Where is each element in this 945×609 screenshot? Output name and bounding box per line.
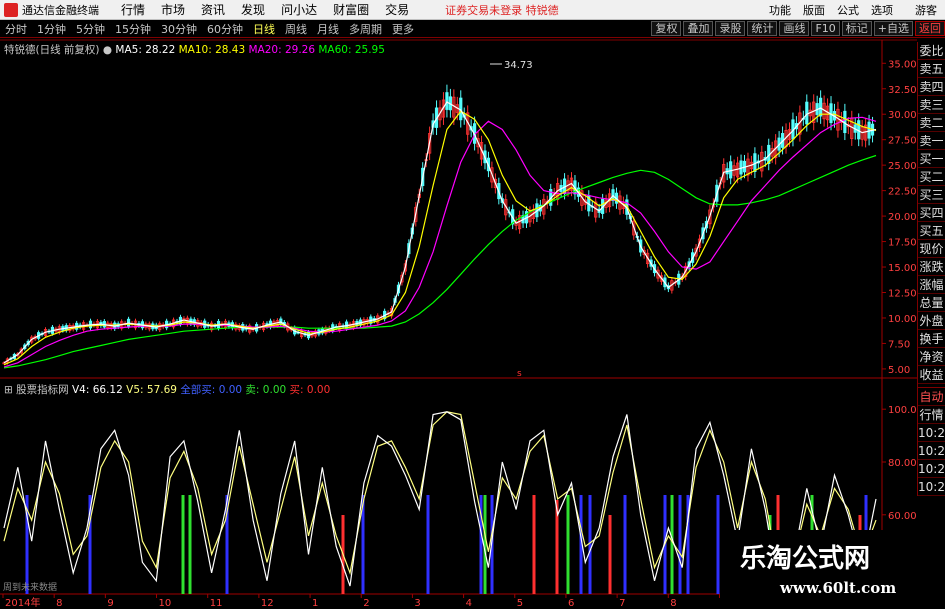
side-sell4[interactable]: 卖四 xyxy=(918,78,945,96)
time-tick-label: 12 xyxy=(261,598,274,609)
marker-s: s xyxy=(517,369,522,379)
side-change[interactable]: 涨跌 xyxy=(918,258,945,276)
side-sell3[interactable]: 卖三 xyxy=(918,96,945,114)
side-buy1[interactable]: 买一 xyxy=(918,150,945,168)
buy-value: 买: 0.00 xyxy=(289,384,331,396)
price-tick-label: 10.00 xyxy=(888,314,917,325)
price-tick-label: 35.00 xyxy=(888,59,917,70)
time-tick-label: 8 xyxy=(56,598,62,609)
signal-bar xyxy=(608,515,612,594)
side-quote[interactable]: 行情 xyxy=(918,406,945,424)
price-tick-label: 5.00 xyxy=(888,365,910,376)
time-tick-label: 10 xyxy=(159,598,172,609)
time-tick-label: 5 xyxy=(517,598,523,609)
main-pane-info: 特锐德(日线 前复权) ● MA5: 28.22 MA10: 28.43 MA2… xyxy=(4,42,385,57)
candle-body xyxy=(867,121,871,139)
side-net-assets[interactable]: 净资 xyxy=(918,348,945,366)
candle-body xyxy=(805,101,809,125)
quanbumai-value: 全部买: 0.00 xyxy=(180,384,243,396)
side-sell2[interactable]: 卖二 xyxy=(918,114,945,132)
price-tick-label: 27.50 xyxy=(888,136,917,147)
indicator-pane-info: ⊞ 股票指标网 V4: 66.12 V5: 57.69 全部买: 0.00 卖:… xyxy=(4,382,330,397)
side-earnings[interactable]: 收益 xyxy=(918,366,945,384)
side-weibi[interactable]: 委比 xyxy=(918,42,945,60)
indicator-settings-icon[interactable]: ⊞ xyxy=(4,384,13,396)
side-outer[interactable]: 外盘 xyxy=(918,312,945,330)
indicator-name[interactable]: 股票指标网 xyxy=(16,384,69,396)
price-tick-label: 25.00 xyxy=(888,161,917,172)
bottom-data-label: 周到未来数据 xyxy=(3,581,57,593)
side-volume[interactable]: 总量 xyxy=(918,294,945,312)
time-tick-label: 3 xyxy=(414,598,420,609)
signal-bar xyxy=(181,495,185,594)
ma5-value: MA5: 28.22 xyxy=(115,44,176,56)
side-sell5[interactable]: 卖五 xyxy=(918,60,945,78)
ma60-line xyxy=(3,154,877,369)
peak-price-label: 34.73 xyxy=(504,60,533,71)
price-tick-label: 7.50 xyxy=(888,339,910,350)
price-tick-label: 20.00 xyxy=(888,212,917,223)
price-tick-label: 32.50 xyxy=(888,85,917,96)
time-tick-label: 11 xyxy=(210,598,223,609)
signal-bar xyxy=(670,495,674,594)
side-time-3: 10:2 xyxy=(918,462,945,478)
quote-side-panel: 委比 卖五 卖四 卖三 卖二 卖一 买一 买二 买三 买四 买五 现价 涨跌 涨… xyxy=(917,42,945,496)
price-tick-label: 22.50 xyxy=(888,187,917,198)
time-tick-label: 2014年 xyxy=(5,596,40,609)
side-buy3[interactable]: 买三 xyxy=(918,186,945,204)
candle-body xyxy=(729,161,733,179)
indicator-tick-label: 60.00 xyxy=(888,511,917,522)
side-turnover[interactable]: 换手 xyxy=(918,330,945,348)
stock-name: 特锐德(日线 前复权) xyxy=(4,44,100,56)
price-axis-ticks: 35.00 32.50 30.00 27.50 25.00 22.50 20.00 17.50… xyxy=(882,59,917,376)
time-tick-label: 2 xyxy=(363,598,369,609)
stock-chart[interactable]: 35.0032.5030.0027.5025.0022.5020.0017.50… xyxy=(0,0,945,609)
price-tick-label: 17.50 xyxy=(888,238,917,249)
side-time-2: 10:2 xyxy=(918,444,945,460)
side-buy4[interactable]: 买四 xyxy=(918,204,945,222)
side-auto[interactable]: 自动 xyxy=(918,388,945,406)
candlestick-layer xyxy=(2,84,875,365)
side-sell1[interactable]: 卖一 xyxy=(918,132,945,150)
side-buy2[interactable]: 买二 xyxy=(918,168,945,186)
time-tick-label: 9 xyxy=(107,598,113,609)
ma20-value: MA20: 29.26 xyxy=(248,44,316,56)
time-tick-label: 7 xyxy=(619,598,625,609)
ma20-line xyxy=(3,116,877,368)
signal-bar xyxy=(566,495,570,594)
signal-bar xyxy=(623,495,627,594)
price-tick-label: 15.00 xyxy=(888,263,917,274)
time-tick-label: 1 xyxy=(312,598,318,609)
watermark-url: www.60lt.com xyxy=(780,579,897,597)
signal-bar xyxy=(532,495,536,594)
time-tick-label: 8 xyxy=(670,598,676,609)
price-tick-label: 30.00 xyxy=(888,110,917,121)
ma10-value: MA10: 28.43 xyxy=(178,44,246,56)
watermark: 乐淘公式网 www.60lt.com xyxy=(720,530,945,609)
time-tick-label: 6 xyxy=(568,598,574,609)
ma5-line xyxy=(3,101,877,364)
side-time-4: 10:2 xyxy=(918,480,945,496)
sell-value: 卖: 0.00 xyxy=(245,384,287,396)
signal-bar xyxy=(678,495,682,594)
v5-value: V5: 57.69 xyxy=(126,384,177,396)
watermark-title: 乐淘公式网 xyxy=(740,544,871,574)
side-buy5[interactable]: 买五 xyxy=(918,222,945,240)
side-change-pct[interactable]: 涨幅 xyxy=(918,276,945,294)
side-price[interactable]: 现价 xyxy=(918,240,945,258)
time-tick-label: 4 xyxy=(466,598,472,609)
signal-bar xyxy=(426,495,430,594)
side-time-1: 10:2 xyxy=(918,426,945,442)
ma60-value: MA60: 25.95 xyxy=(318,44,385,56)
signal-bar xyxy=(188,495,192,594)
candle-body xyxy=(819,97,823,117)
info-dot-icon: ● xyxy=(102,44,113,56)
indicator-tick-label: 80.00 xyxy=(888,458,917,469)
signal-bar xyxy=(588,495,592,594)
v4-value: V4: 66.12 xyxy=(72,384,123,396)
candle-body xyxy=(445,92,449,110)
price-tick-label: 12.50 xyxy=(888,289,917,300)
